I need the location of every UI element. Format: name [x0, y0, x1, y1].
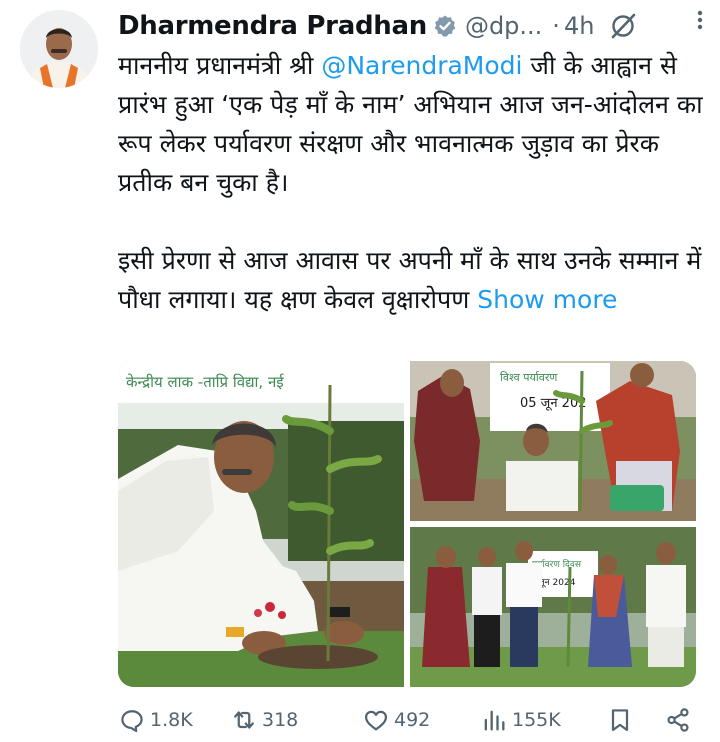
bookmark-button[interactable] — [606, 702, 634, 738]
share-icon — [667, 708, 689, 732]
photo-watering-plant[interactable]: विश्व पर्यावरण 05 जून 202 — [410, 361, 696, 521]
tweet-time[interactable]: 4h — [564, 12, 594, 40]
heart-icon — [364, 710, 388, 731]
views-count: 155K — [512, 709, 561, 731]
author-name[interactable]: Dharmendra Pradhan — [118, 11, 427, 41]
tweet-text: माननीय प्रधानमंत्री श्री @NarendraModi ज… — [118, 46, 708, 319]
more-options-icon[interactable] — [688, 8, 712, 32]
tweet-paragraph-2: इसी प्रेरणा से आज आवास पर अपनी माँ के सा… — [118, 241, 708, 319]
like-count: 492 — [394, 709, 431, 731]
tweet-actions: 1.8K 318 492 155K — [118, 702, 698, 738]
share-button[interactable] — [664, 702, 692, 738]
reply-count: 1.8K — [150, 709, 193, 731]
separator-dot: · — [552, 12, 560, 40]
views-button[interactable]: 155K — [480, 702, 561, 738]
repost-icon — [234, 711, 254, 729]
verified-badge-icon — [433, 14, 457, 38]
media-grid: केन्द्रीय लाक -ताप्रि विद्या, नई विश्व प… — [118, 361, 696, 687]
like-button[interactable]: 492 — [362, 702, 430, 738]
banner-text: विश्व पर्यावरण — [500, 371, 558, 384]
tweet-paragraph-1: माननीय प्रधानमंत्री श्री @NarendraModi ज… — [118, 46, 708, 202]
grok-icon[interactable] — [608, 11, 638, 41]
repost-button[interactable]: 318 — [230, 702, 298, 738]
views-icon — [484, 710, 505, 731]
banner-text: केन्द्रीय लाक -ताप्रि विद्या, नई — [126, 373, 285, 391]
avatar-image — [20, 10, 98, 88]
tweet-header: Dharmendra Pradhan @dp... · 4h — [118, 6, 708, 46]
reply-button[interactable]: 1.8K — [118, 702, 193, 738]
photo-planting-sapling[interactable]: केन्द्रीय लाक -ताप्रि विद्या, नई — [118, 361, 404, 687]
mention-link[interactable]: @NarendraModi — [321, 51, 522, 80]
reply-icon — [121, 710, 143, 733]
repost-count: 318 — [262, 709, 299, 731]
photo-family-group[interactable]: पर्यावरण दिवस जून 2024 — [410, 527, 696, 687]
text-segment: माननीय प्रधानमंत्री श्री — [118, 51, 322, 80]
bookmark-icon — [611, 709, 629, 732]
author-handle[interactable]: @dp... — [465, 12, 542, 40]
show-more-link[interactable]: Show more — [477, 285, 617, 314]
avatar[interactable] — [20, 10, 98, 88]
